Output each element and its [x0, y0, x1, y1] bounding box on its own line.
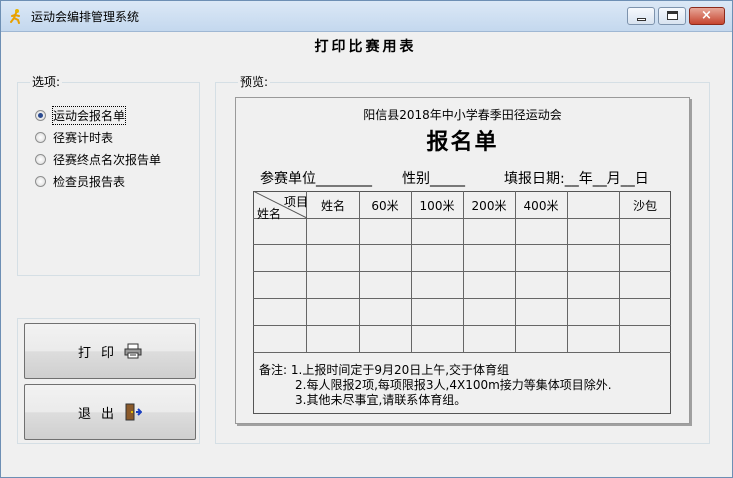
table-col-rule [411, 191, 412, 352]
table-col-rule [359, 191, 360, 352]
maximize-icon [667, 11, 678, 20]
table-rule [253, 352, 671, 353]
col-60m: 60米 [371, 199, 399, 213]
preview-label: 预览: [238, 73, 271, 90]
radio-inspector-report[interactable]: 检查员报告表 [35, 173, 125, 189]
table-col-rule [463, 191, 464, 352]
col-400m: 400米 [523, 199, 559, 213]
field-unit: 参赛单位________ [260, 171, 372, 187]
printer-icon [124, 343, 142, 359]
radio-button[interactable] [35, 131, 46, 143]
maximize-button[interactable] [658, 7, 686, 25]
options-label: 选项: [30, 73, 63, 90]
field-date: 填报日期:__年__月__日 [504, 171, 649, 187]
notes-prefix: 备注: [259, 363, 288, 377]
col-100m: 100米 [419, 199, 455, 213]
col-name: 姓名 [320, 199, 345, 213]
radio-button[interactable] [35, 109, 46, 121]
radio-track-timing-sheet[interactable]: 径赛计时表 [35, 129, 113, 145]
title-bar[interactable]: 运动会编排管理系统 × [1, 1, 732, 32]
field-gender: 性别_____ [402, 171, 465, 187]
organizer-title: 阳信县2018年中小学春季田径运动会 [363, 108, 562, 122]
exit-button[interactable]: 退出 [24, 384, 196, 440]
radio-label: 运动会报名单 [51, 105, 127, 125]
table-rule [253, 271, 671, 272]
radio-label: 径赛计时表 [53, 130, 114, 145]
print-button-label: 打印 [77, 345, 124, 361]
print-button[interactable]: 打印 [24, 323, 196, 379]
radio-finish-ranking-report[interactable]: 径赛终点名次报告单 [35, 151, 161, 167]
table-rule [253, 218, 671, 219]
col-200m: 200米 [471, 199, 507, 213]
exit-door-icon [125, 403, 142, 421]
notes: 备注: 1.上报时间定于9月20日上午,交于体育组 2.每人限报2项,每项限报3… [259, 363, 612, 408]
table-col-rule [567, 191, 568, 352]
header-item: 项目 [284, 195, 309, 209]
form-title: 报名单 [426, 129, 499, 155]
running-man-icon [10, 9, 20, 24]
header-name: 姓名 [257, 207, 282, 221]
col-sandbag: 沙包 [632, 199, 657, 213]
close-button[interactable]: × [689, 7, 725, 25]
table-col-rule [515, 191, 516, 352]
page-heading: 打印比赛用表 [314, 39, 417, 55]
table-rule [253, 298, 671, 299]
radio-label: 径赛终点名次报告单 [53, 152, 162, 167]
radio-registration-form[interactable]: 运动会报名单 [35, 105, 127, 125]
note-line: 3.其他未尽事宜,请联系体育组。 [295, 393, 467, 407]
note-line: 1.上报时间定于9月20日上午,交于体育组 [290, 363, 510, 377]
window-title: 运动会编排管理系统 [31, 10, 140, 24]
table-col-rule [619, 191, 620, 352]
table-rule [253, 244, 671, 245]
radio-button[interactable] [35, 153, 46, 165]
note-line: 2.每人限报2项,每项限报3人,4X100m接力等集体项目除外. [295, 378, 612, 392]
table-rule [253, 325, 671, 326]
minimize-icon [637, 18, 646, 21]
radio-label: 检查员报告表 [53, 174, 126, 189]
minimize-button[interactable] [627, 7, 655, 25]
exit-button-label: 退出 [77, 406, 124, 422]
close-icon: × [701, 8, 712, 23]
radio-button[interactable] [35, 175, 46, 187]
